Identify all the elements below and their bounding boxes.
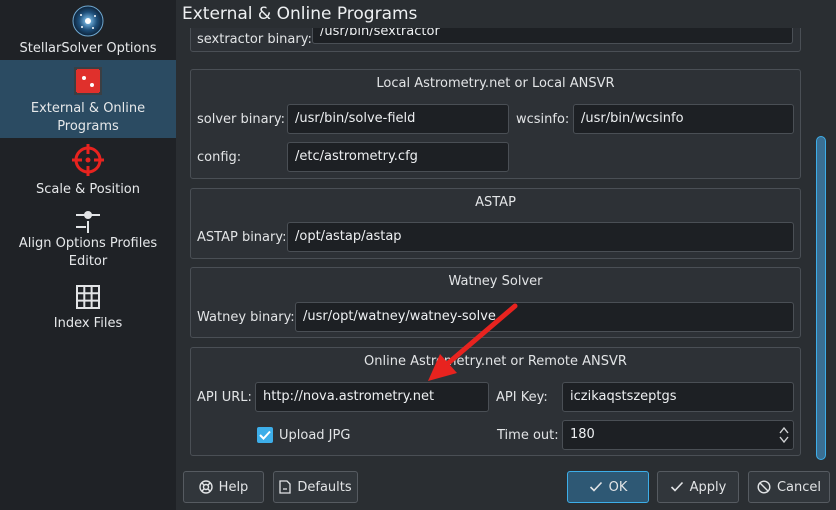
upload-jpg-label[interactable]: Upload JPG [279, 428, 350, 443]
local-astrometry-group: Local Astrometry.net or Local ANSVR solv… [190, 69, 801, 179]
sidebar-item-external-online-programs[interactable]: External & Online Programs [0, 60, 176, 138]
online-astrometry-group: Online Astrometry.net or Remote ANSVR AP… [190, 347, 801, 456]
watney-binary-label: Watney binary: [197, 310, 295, 325]
sidebar-item-label: Index Files [53, 316, 123, 331]
spin-arrows-icon[interactable] [779, 425, 789, 445]
scrollbar-thumb[interactable] [816, 136, 826, 460]
cancel-button-label: Cancel [776, 479, 822, 495]
config-input[interactable]: /etc/astrometry.cfg [287, 142, 509, 172]
stellarsolver-icon [72, 5, 104, 37]
help-button[interactable]: Help [183, 471, 264, 503]
api-key-label: API Key: [496, 390, 548, 405]
cancel-button[interactable]: Cancel [748, 471, 830, 503]
sextractor-binary-input[interactable]: /usr/bin/sextractor [312, 28, 793, 44]
sextractor-binary-label: sextractor binary: [197, 32, 312, 47]
solver-binary-label: solver binary: [197, 112, 286, 127]
upload-jpg-checkbox[interactable] [257, 427, 273, 443]
apply-button-label: Apply [689, 479, 727, 495]
ok-button[interactable]: OK [567, 471, 649, 503]
wcsinfo-label: wcsinfo: [516, 112, 570, 127]
watney-binary-input[interactable]: /usr/opt/watney/watney-solve [295, 302, 794, 332]
sidebar-item-label-line2: Programs [57, 119, 119, 134]
slider-icon [76, 211, 100, 233]
timeout-spinbox[interactable]: 180 [562, 420, 794, 450]
api-url-label: API URL: [197, 390, 252, 405]
defaults-button[interactable]: Defaults [273, 471, 358, 503]
vertical-scrollbar[interactable] [814, 28, 828, 460]
grid-icon [76, 285, 100, 309]
timeout-value: 180 [570, 427, 595, 442]
sidebar-item-scale-position[interactable]: Scale & Position [0, 140, 176, 200]
sidebar-item-stellarsolver-options[interactable]: StellarSolver Options [0, 0, 176, 60]
astap-binary-label: ASTAP binary: [197, 230, 287, 245]
crosshair-icon [72, 144, 104, 176]
help-icon [198, 480, 213, 494]
astap-binary-input[interactable]: /opt/astap/astap [287, 222, 794, 252]
cancel-icon [757, 480, 771, 494]
defaults-button-label: Defaults [297, 479, 352, 495]
solver-binary-input[interactable]: /usr/bin/solve-field [287, 104, 509, 134]
page-title: External & Online Programs [182, 4, 418, 24]
checkmark-icon [259, 430, 271, 440]
config-label: config: [197, 150, 242, 165]
sidebar-item-label: External & Online [30, 101, 146, 116]
document-icon [279, 480, 292, 494]
sidebar-item-label-line2: Editor [68, 254, 108, 269]
sidebar-item-index-files[interactable]: Index Files [0, 282, 176, 338]
astap-title: ASTAP [475, 195, 516, 210]
sidebar-item-label: Align Options Profiles [18, 236, 158, 251]
timeout-label: Time out: [497, 428, 559, 443]
watney-group: Watney Solver Watney binary: /usr/opt/wa… [190, 267, 801, 338]
sidebar-item-label: Scale & Position [36, 182, 140, 197]
sextractor-group: sextractor binary: /usr/bin/sextractor [190, 28, 801, 52]
check-icon [670, 481, 683, 492]
local-astrometry-title: Local Astrometry.net or Local ANSVR [376, 76, 615, 91]
api-url-input[interactable]: http://nova.astrometry.net [255, 382, 489, 412]
external-programs-icon [74, 67, 102, 95]
sidebar: StellarSolver Options External & Online … [0, 0, 176, 510]
check-icon [589, 481, 602, 492]
sidebar-item-align-options-profiles-editor[interactable]: Align Options Profiles Editor [0, 202, 176, 276]
wcsinfo-input[interactable]: /usr/bin/wcsinfo [573, 104, 794, 134]
api-key-input[interactable]: iczikaqstszeptgs [562, 382, 794, 412]
online-astrometry-title: Online Astrometry.net or Remote ANSVR [364, 354, 627, 369]
help-button-label: Help [218, 479, 249, 495]
ok-button-label: OK [608, 479, 628, 495]
watney-title: Watney Solver [448, 274, 543, 289]
sidebar-item-label: StellarSolver Options [19, 41, 157, 56]
astap-group: ASTAP ASTAP binary: /opt/astap/astap [190, 188, 801, 259]
apply-button[interactable]: Apply [657, 471, 739, 503]
settings-content: sextractor binary: /usr/bin/sextractor L… [182, 28, 810, 460]
